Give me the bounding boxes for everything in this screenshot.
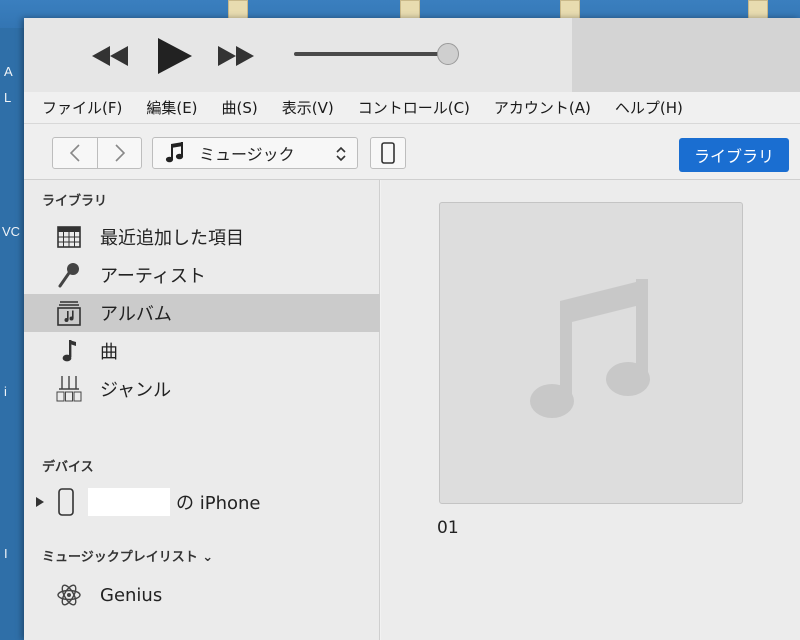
itunes-window: ファイル(F) 編集(E) 曲(S) 表示(V) コントロール(C) アカウント…: [24, 18, 800, 640]
music-note-icon: [56, 338, 82, 364]
desktop-label: VC: [2, 224, 21, 239]
library-button[interactable]: ライブラリ: [679, 138, 789, 172]
sidebar-item-label: ジャンル: [100, 380, 172, 401]
sidebar-item-label: アルバム: [100, 304, 172, 325]
fast-forward-icon[interactable]: [218, 46, 254, 66]
menu-controls[interactable]: コントロール(C): [346, 92, 482, 124]
menu-file[interactable]: ファイル(F): [24, 92, 134, 124]
album-icon: [56, 300, 82, 326]
play-icon[interactable]: [158, 38, 192, 74]
menu-bar: ファイル(F) 編集(E) 曲(S) 表示(V) コントロール(C) アカウント…: [24, 92, 800, 124]
desktop-label: I: [4, 546, 8, 561]
lcd-display: [572, 18, 800, 92]
sidebar-item-genres[interactable]: ジャンル: [24, 370, 380, 408]
album-title[interactable]: 01: [437, 518, 459, 538]
sidebar-section-playlists[interactable]: ミュージックプレイリスト ⌄: [42, 546, 213, 565]
grid-calendar-icon: [56, 224, 82, 250]
player-bar: [24, 18, 800, 92]
sidebar-section-library: ライブラリ: [42, 194, 108, 209]
sidebar-device-iphone[interactable]: の iPhone: [24, 484, 380, 520]
device-name-label: の iPhone: [176, 493, 261, 514]
desktop-label: i: [4, 384, 7, 399]
sidebar-item-albums[interactable]: アルバム: [24, 294, 380, 332]
menu-edit[interactable]: 編集(E): [134, 92, 209, 124]
menu-view[interactable]: 表示(V): [270, 92, 346, 124]
atom-icon: [56, 582, 82, 608]
sidebar-item-label: 曲: [100, 342, 118, 363]
volume-slider-knob[interactable]: [437, 43, 459, 65]
iphone-icon: [381, 142, 395, 164]
rewind-icon[interactable]: [92, 46, 128, 66]
music-note-icon: [165, 142, 184, 163]
music-note-placeholder-icon: [530, 279, 650, 418]
sidebar-item-label: 最近追加した項目: [100, 228, 244, 249]
desktop-label: L: [4, 90, 12, 105]
toolbar: ミュージック ライブラリ: [24, 124, 800, 180]
genre-icon: [56, 376, 82, 402]
sidebar-item-label: アーティスト: [100, 266, 206, 287]
album-artwork[interactable]: [439, 202, 743, 504]
sidebar-item-label: Genius: [100, 584, 163, 606]
redacted-device-name: [88, 488, 170, 516]
sidebar-item-songs[interactable]: 曲: [24, 332, 380, 370]
chevron-left-icon: [70, 144, 80, 162]
album-grid: 01: [381, 180, 800, 640]
media-kind-select[interactable]: ミュージック: [152, 137, 358, 169]
sidebar-item-genius[interactable]: Genius: [24, 576, 380, 614]
sidebar: ライブラリ 最近追加した項目 アーティスト アルバム 曲 ジャンル デバイス の…: [24, 180, 380, 640]
menu-song[interactable]: 曲(S): [210, 92, 270, 124]
chevron-right-icon: [114, 144, 125, 162]
iphone-icon: [58, 488, 74, 516]
sidebar-item-artists[interactable]: アーティスト: [24, 256, 380, 294]
nav-buttons: [52, 137, 142, 169]
sidebar-item-recently-added[interactable]: 最近追加した項目: [24, 218, 380, 256]
device-button[interactable]: [370, 137, 406, 169]
disclosure-triangle-icon[interactable]: [36, 497, 44, 507]
menu-help[interactable]: ヘルプ(H): [603, 92, 695, 124]
updown-chevron-icon: [336, 146, 346, 162]
volume-slider-track[interactable]: [294, 52, 450, 56]
back-button[interactable]: [53, 138, 97, 168]
menu-account[interactable]: アカウント(A): [482, 92, 603, 124]
desktop-label: A: [4, 64, 13, 79]
media-kind-label: ミュージック: [199, 145, 295, 164]
microphone-icon: [56, 262, 82, 288]
forward-button[interactable]: [97, 138, 141, 168]
sidebar-section-devices: デバイス: [42, 460, 94, 475]
